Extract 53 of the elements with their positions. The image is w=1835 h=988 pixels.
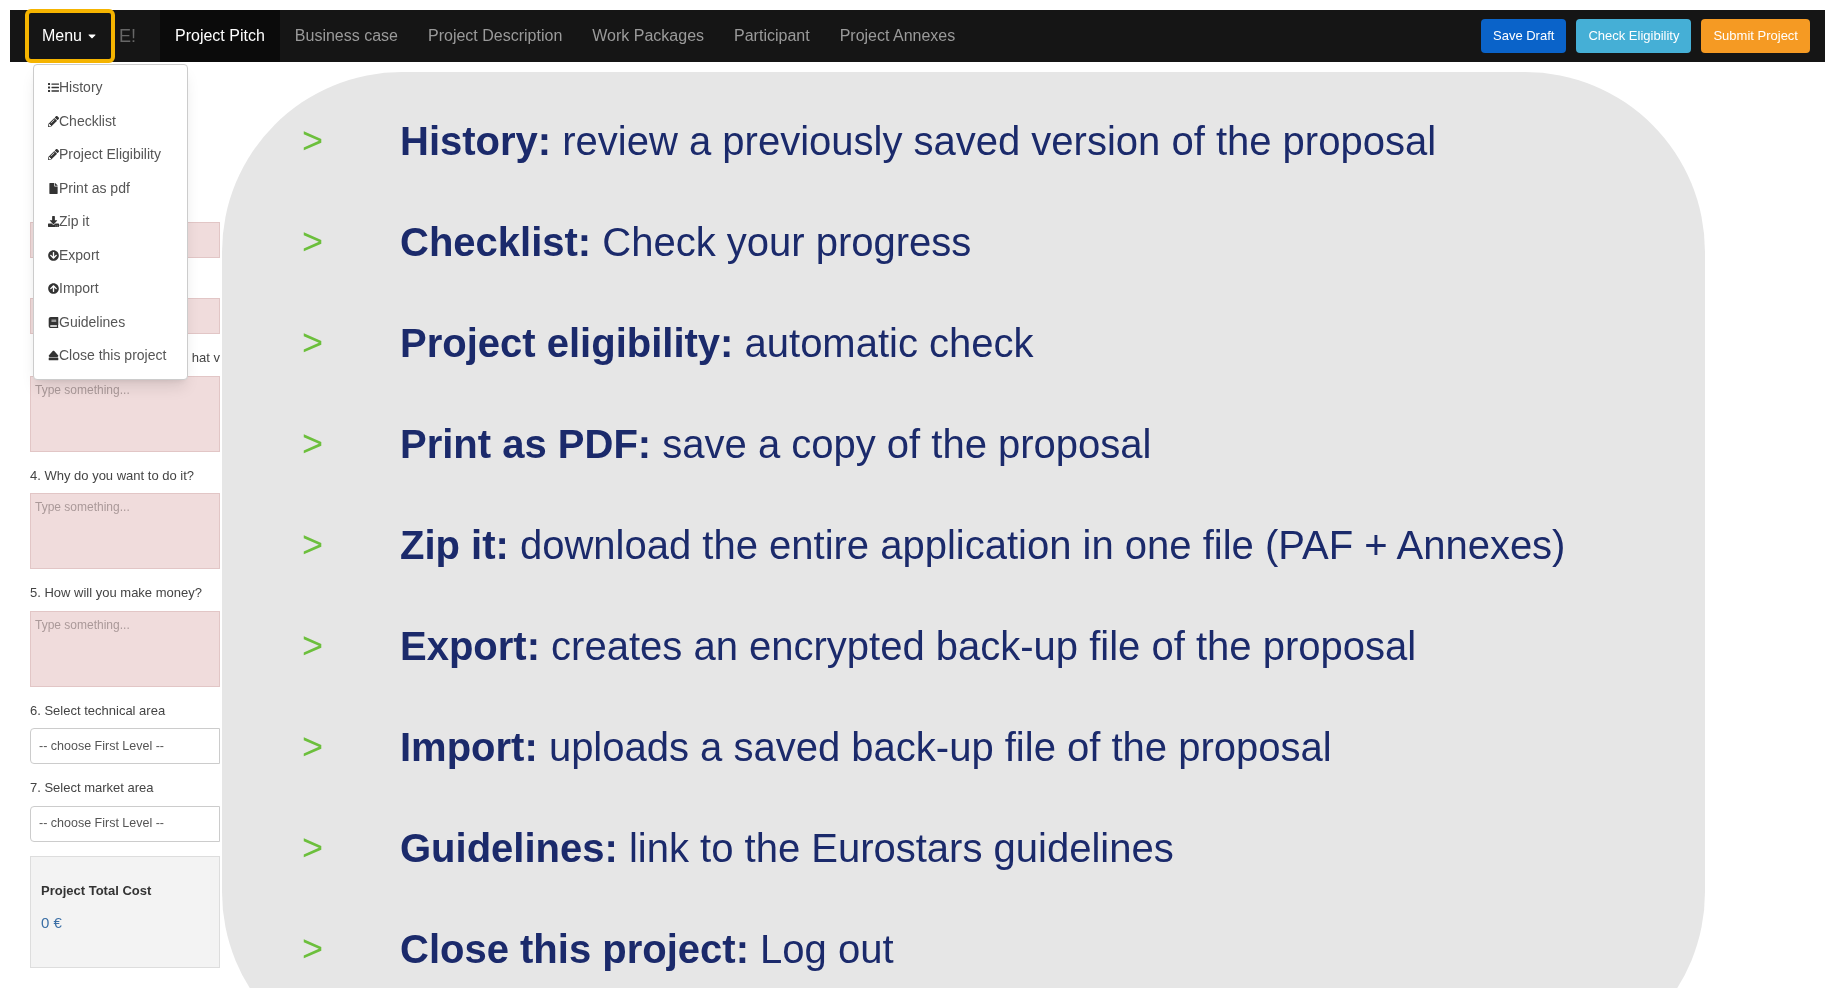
action-button[interactable]: Save Draft <box>1481 19 1567 53</box>
callout-text: History: review a previously saved version of the proposal <box>400 118 1437 164</box>
total-cost-value: 0 € <box>41 913 63 933</box>
bullet-marker: > <box>302 826 325 870</box>
download-icon <box>48 216 59 228</box>
bullet-marker: > <box>302 321 325 365</box>
field-label: 7. Select market area <box>30 779 154 797</box>
menu-item[interactable]: Project Eligibility <box>34 138 187 172</box>
callout-text: Export: creates an encrypted back-up file of the proposal <box>400 623 1417 669</box>
menu-item[interactable]: Zip it <box>34 205 187 239</box>
nav-tab[interactable]: Business case <box>279 10 413 62</box>
eject-icon <box>48 350 59 362</box>
nav-tab[interactable]: Project Description <box>413 10 578 62</box>
bullet-marker: > <box>302 725 325 769</box>
menu-item[interactable]: Checklist <box>34 104 187 138</box>
select-field[interactable]: -- choose First Level -- <box>30 728 220 764</box>
field-label: 5. How will you make money? <box>30 584 202 602</box>
callout-text: Project eligibility: automatic check <box>400 320 1034 366</box>
callout-text: Close this project: Log out <box>400 926 894 972</box>
callout-text: Zip it: download the entire application in one file (PAF + Annexes) <box>400 522 1566 568</box>
menu-item[interactable]: Print as pdf <box>34 171 187 205</box>
bullet-marker: > <box>302 119 325 163</box>
book-icon <box>48 316 59 328</box>
bullet-marker: > <box>302 220 325 264</box>
list-icon <box>48 82 59 94</box>
field-label: 6. Select technical area <box>30 701 166 720</box>
nav-tab[interactable]: Project Pitch <box>160 10 280 62</box>
brand-logo-text: E! <box>119 24 136 48</box>
menu-item[interactable]: Close this project <box>34 339 187 373</box>
total-cost-label: Project Total Cost <box>41 881 153 900</box>
circle-arrow-icon <box>48 249 59 261</box>
file-icon <box>48 182 59 194</box>
bullet-marker: > <box>302 624 325 668</box>
select-field[interactable]: -- choose First Level -- <box>30 805 220 842</box>
bullet-marker: > <box>302 927 325 971</box>
callout-text: Print as PDF: save a copy of the proposal <box>400 421 1152 467</box>
menu-item[interactable]: History <box>34 71 187 105</box>
callout-text: Import: uploads a saved back-up file of the proposal <box>400 724 1332 770</box>
callout-text: Checklist: Check your progress <box>400 219 972 265</box>
menu-item[interactable]: Export <box>34 238 187 272</box>
field-label: 4. Why do you want to do it? <box>30 466 195 485</box>
bullet-marker: > <box>302 422 325 466</box>
nav-tab[interactable]: Work Packages <box>577 10 720 62</box>
field-label: hat v <box>191 349 220 367</box>
nav-tab[interactable]: Project Annexes <box>824 10 971 62</box>
menu-item[interactable]: Import <box>34 272 187 306</box>
circle-arrow-icon <box>48 283 59 295</box>
pencil-icon <box>48 115 59 127</box>
pencil-icon <box>48 149 59 161</box>
nav-tab[interactable]: Participant <box>719 10 825 62</box>
menu-item[interactable]: Guidelines <box>34 305 187 339</box>
bullet-marker: > <box>302 523 325 567</box>
callout-text: Guidelines: link to the Eurostars guidelines <box>400 825 1174 871</box>
